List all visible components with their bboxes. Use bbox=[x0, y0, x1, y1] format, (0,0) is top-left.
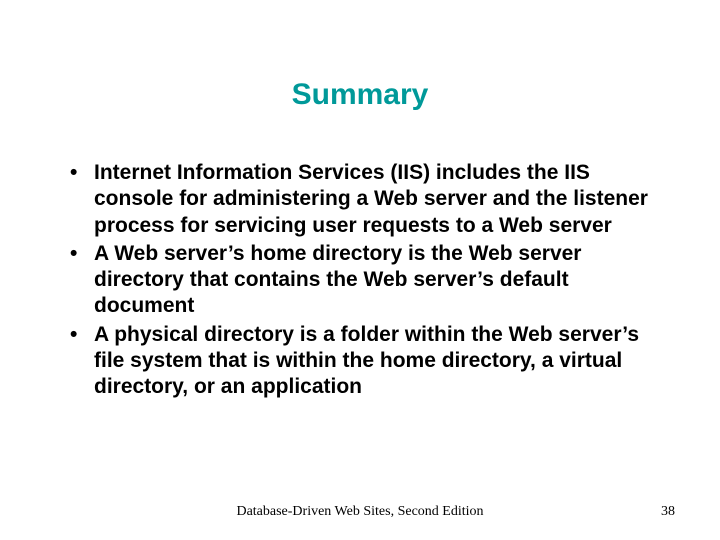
slide: Summary Internet Information Services (I… bbox=[0, 0, 720, 540]
slide-title: Summary bbox=[0, 78, 720, 112]
slide-body: Internet Information Services (IIS) incl… bbox=[60, 160, 665, 402]
footer-source: Database-Driven Web Sites, Second Editio… bbox=[0, 504, 720, 520]
bullet-item: A Web server’s home directory is the Web… bbox=[60, 241, 665, 320]
bullet-item: Internet Information Services (IIS) incl… bbox=[60, 160, 665, 239]
page-number: 38 bbox=[661, 504, 675, 520]
bullet-list: Internet Information Services (IIS) incl… bbox=[60, 160, 665, 400]
bullet-item: A physical directory is a folder within … bbox=[60, 322, 665, 401]
